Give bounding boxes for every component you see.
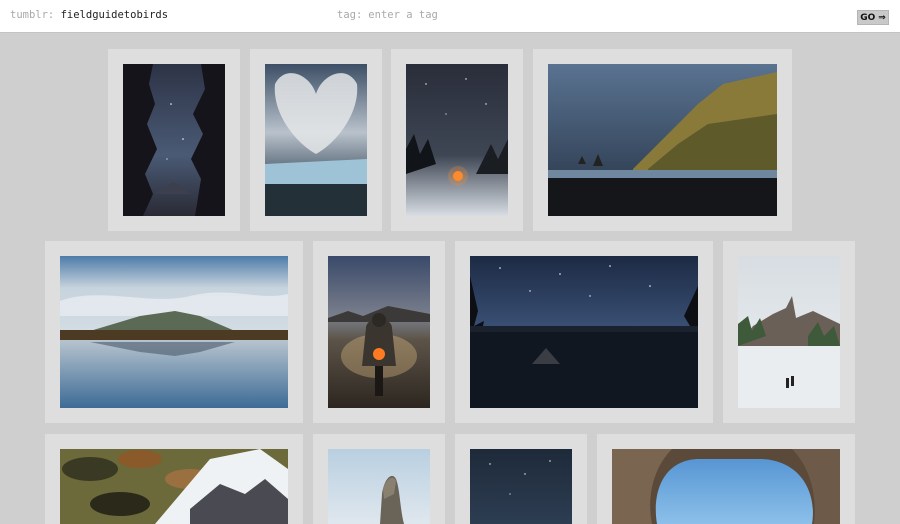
post-card	[597, 434, 855, 524]
photo-night-sky[interactable]	[470, 449, 572, 524]
photo-rock-arch[interactable]	[612, 449, 840, 524]
post-card	[250, 49, 382, 231]
top-bar: tumblr: fieldguidetobirds tag: GO ⇒	[0, 0, 900, 33]
post-card	[455, 241, 713, 423]
post-card	[455, 434, 587, 524]
tag-label: tag:	[337, 9, 363, 21]
photo-coastal-cliffs[interactable]	[548, 64, 777, 216]
tumblr-prefix: tumblr:	[10, 9, 55, 21]
photo-starry-lake-canoe[interactable]	[470, 256, 698, 408]
photo-snowy-peak-hikers[interactable]	[738, 256, 840, 408]
post-card	[45, 434, 303, 524]
go-label: GO	[860, 12, 876, 23]
photo-motorcycle-rider[interactable]	[328, 256, 430, 408]
post-card	[313, 434, 445, 524]
tag-input[interactable]	[368, 9, 569, 21]
blog-title[interactable]: tumblr: fieldguidetobirds	[10, 9, 168, 21]
post-card	[723, 241, 855, 423]
arrow-right-icon: ⇒	[878, 12, 886, 23]
go-button[interactable]: GO ⇒	[857, 10, 889, 25]
photo-glacier-clouds[interactable]	[265, 64, 367, 216]
post-card	[45, 241, 303, 423]
photo-rock-spire[interactable]	[328, 449, 430, 524]
photo-camo-tent[interactable]	[60, 449, 288, 524]
post-card	[533, 49, 792, 231]
photo-forest-night-sky[interactable]	[123, 64, 225, 216]
photo-mountain-lake-reflection[interactable]	[60, 256, 288, 408]
post-card	[313, 241, 445, 423]
post-card	[108, 49, 240, 231]
blog-name[interactable]: fieldguidetobirds	[61, 9, 168, 21]
post-card	[391, 49, 523, 231]
photo-campfire-stars[interactable]	[406, 64, 508, 216]
tag-search: tag:	[337, 9, 569, 21]
